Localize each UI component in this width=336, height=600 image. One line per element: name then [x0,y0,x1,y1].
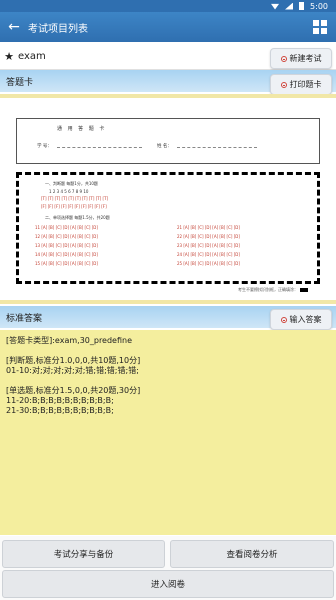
enter-grading-button[interactable]: 进入阅卷 [2,570,334,598]
sheet-header-box: 通 用 答 题 卡 学 号： 姓 名： [16,118,320,164]
page-title: 考试项目列表 [28,23,88,35]
mc-row: 13 [A] [B] [C] [D] [A] [B] [C] [D] [35,243,98,248]
true-false-row-f-marks: [F] [F] [F] [F] [F] [F] [F] [F] [F] [F] [41,204,107,209]
student-name-line [177,147,257,148]
mc-row-right: 21 [A] [B] [C] [D] [A] [B] [C] [D] [177,225,240,230]
student-id-label: 学 号： [37,144,52,149]
answer-line: 01-10:对;对;对;对;对;错;错;错;错;错; [6,366,139,375]
answer-card-title: 答题卡 [6,77,34,88]
mc-row: 21 [A] [B] [C] [D] [A] [B] [C] [D] [177,225,240,230]
print-card-label: 打印题卡 [289,80,322,89]
mc-row-right: 22 [A] [B] [C] [D] [A] [B] [C] [D] [177,234,240,239]
answer-grid: 一、判断题 每题1分，共10题 1 2 3 4 5 6 7 8 9 10 [T]… [23,179,313,277]
print-card-button[interactable]: 打印题卡 [270,74,332,95]
battery-icon [299,2,305,10]
minus-circle-icon [280,316,287,323]
mc-row: 23 [A] [B] [C] [D] [A] [B] [C] [D] [177,243,240,248]
new-exam-label: 新建考试 [289,54,322,63]
share-backup-label: 考试分享与备份 [53,550,114,560]
input-answer-label: 输入答案 [289,315,322,324]
mc-row-right: 23 [A] [B] [C] [D] [A] [B] [C] [D] [177,243,240,248]
enter-grading-label: 进入阅卷 [150,580,185,590]
answer-card-preview: 通 用 答 题 卡 学 号： 姓 名： 一、判断题 每题1分，共10题 1 2 … [0,100,336,300]
student-name-label: 姓 名： [157,144,172,149]
student-id-line [57,147,142,148]
answer-line [0,376,336,386]
mc-row-right: 24 [A] [B] [C] [D] [A] [B] [C] [D] [177,252,240,257]
minus-circle-icon [280,81,287,88]
answer-line: [判断题,标准分1.0,0,0,共10题,10分] [6,356,141,365]
view-analysis-label: 查看阅卷分析 [226,550,278,560]
mc-row-right: 25 [A] [B] [C] [D] [A] [B] [C] [D] [177,261,240,266]
mc-row: 25 [A] [B] [C] [D] [A] [B] [C] [D] [177,261,240,266]
new-exam-button[interactable]: 新建考试 [270,48,332,69]
answer-grid-box: 一、判断题 每题1分，共10题 1 2 3 4 5 6 7 8 9 10 [T]… [16,172,320,284]
grid-menu-icon[interactable] [313,20,327,34]
answer-line: 21-30:B;B;B;B;B;B;B;B;B;B; [6,406,114,415]
minus-circle-icon [280,55,287,62]
multiple-choice-heading: 二、单项选择题 每题1.5分，共20题 [45,215,110,220]
bottom-actions: 考试分享与备份 查看阅卷分析 进入阅卷 [0,536,336,600]
view-analysis-button[interactable]: 查看阅卷分析 [170,540,334,568]
mc-row: 15 [A] [B] [C] [D] [A] [B] [C] [D] [35,261,98,266]
answer-line [0,346,336,356]
wifi-icon [271,3,280,10]
true-false-numbers: 1 2 3 4 5 6 7 8 9 10 [49,189,89,194]
status-bar: 5:00 [0,0,336,12]
answer-sheet: 通 用 答 题 卡 学 号： 姓 名： 一、判断题 每题1分，共10题 1 2 … [16,116,320,298]
back-arrow-icon[interactable]: ← [0,19,28,35]
star-icon: ★ [4,50,14,63]
filled-mark-sample [300,288,308,292]
mc-row: 14 [A] [B] [C] [D] [A] [B] [C] [D] [35,252,98,257]
answer-line: [答题卡类型]:exam,30_predefine [6,336,133,345]
mc-row-left: 15 [A] [B] [C] [D] [A] [B] [C] [D] [35,261,98,266]
divider-strip [0,300,336,304]
mc-row-left: 12 [A] [B] [C] [D] [A] [B] [C] [D] [35,234,98,239]
signal-icon [285,2,294,10]
true-false-heading: 一、判断题 每题1分，共10题 [45,181,98,186]
sheet-footnote-text: 考生不要擦拭识别框，正确填涂： [238,287,298,292]
mc-row: 24 [A] [B] [C] [D] [A] [B] [C] [D] [177,252,240,257]
mc-row-left: 13 [A] [B] [C] [D] [A] [B] [C] [D] [35,243,98,248]
standard-answer-title: 标准答案 [6,313,43,324]
mc-row-left: 14 [A] [B] [C] [D] [A] [B] [C] [D] [35,252,98,257]
true-false-row-f: [F] [F] [F] [F] [F] [F] [F] [F] [F] [F] [41,204,107,209]
divider-strip [0,94,336,98]
input-answer-button[interactable]: 输入答案 [270,309,332,330]
standard-answer-text[interactable]: [答题卡类型]:exam,30_predefine [判断题,标准分1.0,0,… [0,330,336,535]
true-false-row-t: [T] [T] [T] [T] [T] [T] [T] [T] [T] [T] [41,196,108,201]
sheet-footnote: 考生不要擦拭识别框，正确填涂： [238,287,308,293]
app-bar: ← 考试项目列表 [0,12,336,42]
true-false-row-t-marks: [T] [T] [T] [T] [T] [T] [T] [T] [T] [T] [41,196,109,201]
sheet-title: 通 用 答 题 卡 [57,126,107,132]
mc-row-left: 11 [A] [B] [C] [D] [A] [B] [C] [D] [35,225,98,230]
answer-line: 11-20:B;B;B;B;B;B;B;B;B;B; [6,396,114,405]
mc-row: 11 [A] [B] [C] [D] [A] [B] [C] [D] [35,225,98,230]
answer-line: [单选题,标准分1.5,0,0,共20题,30分] [6,386,141,395]
mc-row: 22 [A] [B] [C] [D] [A] [B] [C] [D] [177,234,240,239]
mc-row: 12 [A] [B] [C] [D] [A] [B] [C] [D] [35,234,98,239]
status-time: 5:00 [310,1,328,11]
share-backup-button[interactable]: 考试分享与备份 [2,540,165,568]
